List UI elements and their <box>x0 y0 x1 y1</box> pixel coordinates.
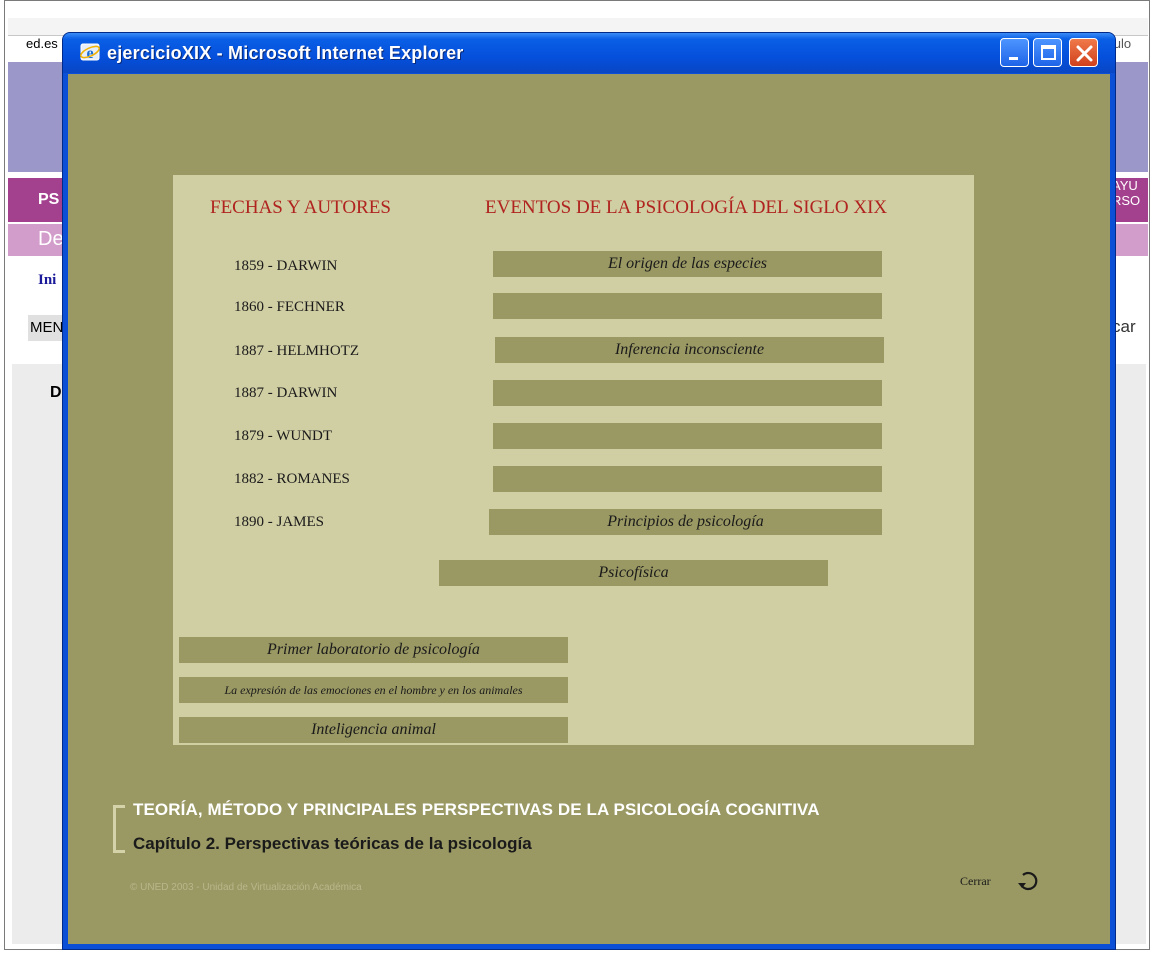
refresh-icon[interactable] <box>1014 866 1042 894</box>
drop-slot[interactable] <box>493 380 882 406</box>
row-label: 1887 - HELMHOTZ <box>234 343 359 359</box>
row-label: 1879 - WUNDT <box>234 428 333 444</box>
draggable-answer-card[interactable]: Inteligencia animal <box>179 717 568 743</box>
copyright-text: © UNED 2003 - Unidad de Virtualización A… <box>130 882 362 893</box>
minimize-button[interactable] <box>1000 38 1029 67</box>
draggable-answer-card[interactable]: Psicofísica <box>439 560 828 586</box>
course-title: TEORÍA, MÉTODO Y PRINCIPALES PERSPECTIVA… <box>133 800 820 819</box>
window-title: ejercicioXIX - Microsoft Internet Explor… <box>107 43 464 63</box>
close-link-label[interactable]: Cerrar <box>960 874 991 889</box>
chapter-title: Capítulo 2. Perspectivas teóricas de la … <box>133 834 532 853</box>
maximize-icon <box>1041 45 1056 60</box>
row-label: 1882 - ROMANES <box>234 471 350 487</box>
events-header: EVENTOS DE LA PSICOLOGÍA DEL SIGLO XIX <box>485 197 888 218</box>
background-section-code: PS <box>38 191 60 208</box>
background-subheader: De <box>38 228 64 250</box>
drop-slot[interactable]: Principios de psicología <box>489 509 882 535</box>
background-section-right-line-2: RSO <box>1112 193 1141 208</box>
row-label: 1860 - FECHNER <box>234 299 345 315</box>
drop-slot[interactable]: El origen de las especies <box>493 251 882 277</box>
background-content-initial: D <box>50 384 62 401</box>
draggable-answer-card[interactable]: La expresión de las emociones en el homb… <box>179 677 568 703</box>
title-bracket-decoration <box>113 805 125 853</box>
minimize-icon <box>1009 57 1018 60</box>
drop-slot[interactable] <box>493 423 882 449</box>
drop-slot[interactable]: Inferencia inconsciente <box>495 337 884 363</box>
drop-slot[interactable] <box>493 293 882 319</box>
close-button[interactable] <box>1069 38 1098 67</box>
background-section-right-line-1: AYU <box>1112 178 1138 193</box>
close-icon <box>1076 45 1093 62</box>
background-nav-link[interactable]: Ini <box>38 272 56 289</box>
ie-icon: e <box>80 43 100 62</box>
dates-header: FECHAS Y AUTORES <box>210 197 391 218</box>
row-label: 1859 - DARWIN <box>234 258 338 274</box>
background-section-right: AYU RSO <box>1112 178 1140 208</box>
maximize-button[interactable] <box>1033 38 1062 67</box>
draggable-answer-card[interactable]: Primer laboratorio de psicología <box>179 637 568 663</box>
row-label: 1887 - DARWIN <box>234 385 338 401</box>
row-label: 1890 - JAMES <box>234 514 325 530</box>
drop-slot[interactable] <box>493 466 882 492</box>
